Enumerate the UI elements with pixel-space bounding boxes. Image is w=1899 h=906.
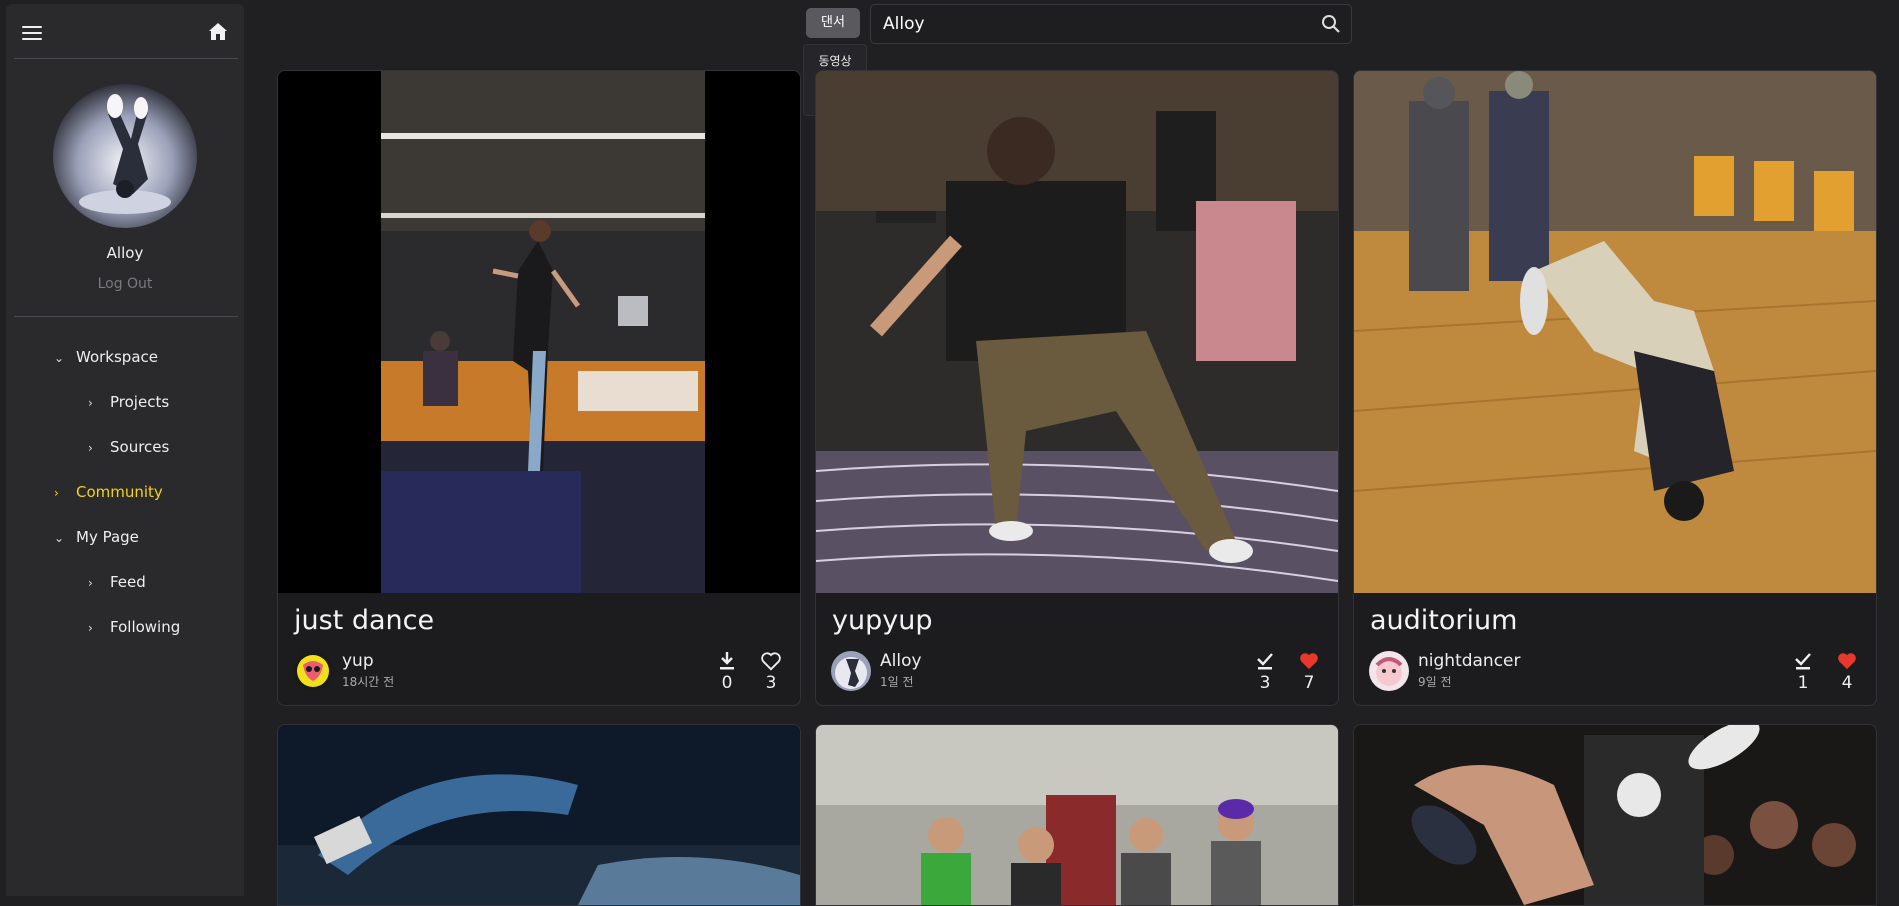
chevron-down-icon: ⌄ — [54, 351, 65, 365]
video-card[interactable]: auditorium nightdancer 9일 전 1 4 — [1353, 70, 1877, 706]
like-count[interactable]: 3 — [758, 651, 784, 693]
search-input[interactable] — [881, 9, 1305, 39]
profile-avatar[interactable] — [53, 84, 197, 228]
chevron-right-icon: › — [88, 441, 93, 455]
divider — [14, 58, 238, 59]
chevron-right-icon: › — [88, 621, 93, 635]
video-thumbnail[interactable] — [816, 71, 1338, 593]
user-avatar[interactable] — [293, 651, 333, 691]
like-count-value: 7 — [1303, 673, 1315, 693]
user-avatar[interactable] — [831, 651, 871, 691]
nav-feed[interactable]: › Feed — [88, 573, 146, 591]
logout-link[interactable]: Log Out — [6, 276, 244, 292]
like-count[interactable]: 4 — [1834, 651, 1860, 693]
video-card[interactable] — [277, 724, 801, 906]
search-bar — [870, 4, 1352, 44]
save-count-value: 1 — [1797, 673, 1809, 693]
check-icon — [1257, 653, 1273, 670]
like-count-value: 3 — [765, 673, 777, 693]
nav-workspace[interactable]: ⌄ Workspace — [54, 348, 158, 366]
heart-filled-icon — [1838, 653, 1856, 670]
video-card[interactable] — [1353, 724, 1877, 906]
card-username[interactable]: yup — [342, 651, 374, 671]
nav-sources[interactable]: › Sources — [88, 438, 169, 456]
home-icon[interactable] — [206, 20, 230, 44]
video-thumbnail[interactable] — [278, 725, 800, 905]
save-count[interactable]: 1 — [1790, 651, 1816, 693]
video-thumbnail[interactable] — [816, 725, 1338, 905]
heart-outline-icon — [761, 652, 781, 671]
card-username[interactable]: nightdancer — [1418, 651, 1521, 671]
nav-label: Feed — [110, 573, 146, 591]
search-category-select[interactable]: 댄서 — [806, 8, 860, 38]
video-card[interactable]: yupyup Alloy 1일 전 3 7 — [815, 70, 1339, 706]
card-title: yupyup — [832, 605, 933, 636]
hamburger-menu-icon[interactable] — [22, 26, 42, 42]
chevron-right-icon: › — [88, 396, 93, 410]
like-count-value: 4 — [1841, 673, 1853, 693]
video-thumbnail[interactable] — [278, 71, 800, 593]
divider — [14, 316, 238, 317]
nav-label: Community — [76, 483, 163, 501]
chevron-right-icon: › — [88, 576, 93, 590]
chevron-down-icon: ⌄ — [54, 531, 65, 545]
nav-label: Sources — [110, 438, 170, 456]
nav-label: Following — [110, 618, 181, 636]
nav-label: Projects — [110, 393, 170, 411]
card-title: just dance — [294, 605, 435, 636]
save-count-value: 3 — [1259, 673, 1271, 693]
video-thumbnail[interactable] — [1354, 71, 1876, 593]
save-count[interactable]: 3 — [1252, 651, 1278, 693]
video-thumbnail[interactable] — [1354, 725, 1876, 905]
user-avatar[interactable] — [1369, 651, 1409, 691]
card-username[interactable]: Alloy — [880, 651, 922, 671]
nav-community[interactable]: › Community — [54, 483, 163, 501]
video-card[interactable]: just dance yup 18시간 전 0 3 — [277, 70, 801, 706]
download-count[interactable]: 0 — [714, 651, 740, 693]
nav-projects[interactable]: › Projects — [88, 393, 169, 411]
nav-label: My Page — [76, 528, 139, 546]
nav-mypage[interactable]: ⌄ My Page — [54, 528, 139, 546]
card-timestamp: 9일 전 — [1418, 675, 1452, 689]
nav-following[interactable]: › Following — [88, 618, 180, 636]
search-icon[interactable] — [1321, 14, 1341, 34]
download-count-value: 0 — [721, 673, 733, 693]
nav-label: Workspace — [76, 348, 158, 366]
card-timestamp: 1일 전 — [880, 675, 914, 689]
heart-filled-icon — [1300, 653, 1318, 670]
check-icon — [1795, 653, 1811, 670]
like-count[interactable]: 7 — [1296, 651, 1322, 693]
video-card[interactable] — [815, 724, 1339, 906]
download-icon — [720, 652, 734, 670]
sidebar: Alloy Log Out ⌄ Workspace › Projects › Sour… — [6, 4, 244, 896]
chevron-right-icon: › — [54, 486, 59, 500]
sidebar-header — [6, 4, 244, 60]
profile-name: Alloy — [106, 244, 144, 262]
card-timestamp: 18시간 전 — [342, 675, 395, 689]
card-title: auditorium — [1370, 605, 1518, 636]
